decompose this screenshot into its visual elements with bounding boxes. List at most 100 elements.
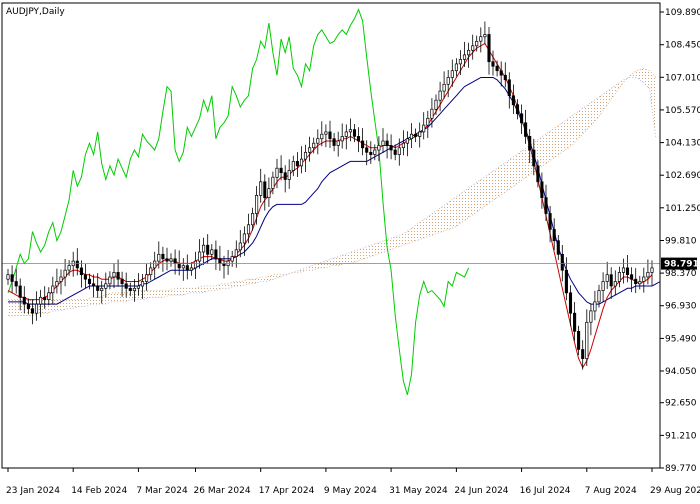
bull-candle-body bbox=[47, 292, 51, 300]
x-tick-label: 9 May 2024 bbox=[324, 486, 377, 496]
bull-candle-body bbox=[108, 276, 112, 285]
bull-candle-body bbox=[422, 124, 426, 133]
y-tick-label: 95.490 bbox=[665, 334, 697, 344]
bull-candle-body bbox=[483, 34, 487, 38]
bear-candle-body bbox=[487, 34, 491, 63]
x-tick-label: 7 Aug 2024 bbox=[585, 486, 637, 496]
bull-candle-body bbox=[642, 276, 646, 282]
bull-candle-body bbox=[377, 145, 381, 151]
bear-candle-body bbox=[22, 296, 26, 305]
bull-candle-body bbox=[230, 256, 234, 262]
bull-candle-body bbox=[475, 40, 479, 47]
bear-candle-body bbox=[128, 287, 132, 291]
bull-candle-body bbox=[308, 147, 312, 153]
bear-candle-body bbox=[414, 133, 418, 137]
y-tick-label: 99.810 bbox=[665, 237, 697, 247]
x-tick-label: 31 May 2024 bbox=[389, 486, 448, 496]
bear-candle-body bbox=[564, 269, 568, 294]
bear-candle-body bbox=[173, 258, 177, 264]
bear-candle-body bbox=[283, 172, 287, 180]
y-tick-label: 89.770 bbox=[665, 464, 697, 474]
bear-candle-body bbox=[577, 330, 581, 350]
bear-candle-body bbox=[161, 253, 165, 260]
bear-candle-body bbox=[581, 349, 585, 359]
bull-candle-body bbox=[446, 77, 450, 85]
bear-candle-body bbox=[507, 79, 511, 97]
bull-candle-body bbox=[104, 283, 108, 289]
bear-candle-body bbox=[499, 70, 503, 76]
bear-candle-body bbox=[352, 129, 357, 137]
bear-candle-body bbox=[30, 308, 35, 314]
bear-candle-body bbox=[528, 136, 532, 151]
bear-candle-body bbox=[634, 278, 638, 285]
bear-candle-body bbox=[218, 258, 222, 264]
bull-candle-body bbox=[434, 99, 438, 110]
bear-candle-body bbox=[263, 181, 267, 199]
bull-candle-body bbox=[34, 303, 39, 314]
bear-candle-body bbox=[389, 145, 393, 151]
bear-candle-body bbox=[495, 65, 499, 72]
y-tick-label: 109.890 bbox=[665, 8, 700, 18]
bear-candle-body bbox=[75, 260, 79, 269]
bear-candle-body bbox=[625, 267, 630, 276]
bull-candle-body bbox=[458, 59, 462, 65]
bear-candle-body bbox=[385, 140, 389, 146]
bull-candle-body bbox=[454, 63, 458, 72]
bear-candle-body bbox=[18, 285, 22, 298]
bear-candle-body bbox=[365, 147, 369, 153]
bull-candle-body bbox=[63, 269, 67, 278]
bear-candle-body bbox=[552, 229, 556, 242]
bull-candle-body bbox=[426, 117, 430, 126]
bull-candle-body bbox=[291, 161, 295, 171]
bear-candle-body bbox=[206, 244, 210, 255]
bull-candle-body bbox=[299, 158, 304, 167]
bull-candle-body bbox=[238, 242, 242, 251]
bear-candle-body bbox=[10, 274, 14, 282]
bull-candle-body bbox=[234, 249, 238, 257]
bull-candle-body bbox=[153, 260, 157, 269]
bull-candle-body bbox=[593, 301, 597, 312]
x-tick-label: 16 Jul 2024 bbox=[520, 486, 571, 496]
bear-candle-body bbox=[511, 95, 515, 106]
bull-candle-body bbox=[381, 140, 385, 146]
bull-candle-body bbox=[605, 274, 609, 282]
bear-candle-body bbox=[556, 240, 560, 255]
x-tick-label: 24 Jun 2024 bbox=[454, 486, 508, 496]
y-tick-label: 91.210 bbox=[665, 431, 697, 441]
bull-candle-body bbox=[621, 267, 626, 273]
bull-candle-body bbox=[59, 276, 63, 282]
ichimoku-price-chart: 109.890 108.450 107.010 105.570 104.130 102.6… bbox=[0, 0, 700, 500]
bear-candle-body bbox=[520, 113, 524, 124]
bull-candle-body bbox=[479, 36, 483, 42]
bull-candle-body bbox=[136, 285, 140, 289]
bull-candle-body bbox=[193, 260, 198, 269]
bear-candle-body bbox=[92, 283, 96, 287]
bull-candle-body bbox=[39, 296, 43, 305]
bull-candle-body bbox=[112, 272, 116, 278]
bull-candle-body bbox=[100, 287, 104, 291]
y-tick-label: 92.650 bbox=[665, 399, 697, 409]
bull-candle-body bbox=[638, 281, 642, 285]
bear-candle-body bbox=[26, 303, 30, 309]
bull-candle-body bbox=[462, 54, 467, 60]
bear-candle-body bbox=[356, 136, 361, 142]
bull-candle-body bbox=[467, 49, 471, 56]
bull-candle-body bbox=[397, 147, 401, 155]
bear-candle-body bbox=[630, 274, 634, 280]
bear-candle-body bbox=[515, 104, 520, 115]
bull-candle-body bbox=[646, 272, 650, 278]
bull-candle-body bbox=[267, 188, 271, 199]
bull-candle-body bbox=[409, 133, 414, 140]
bear-candle-body bbox=[369, 151, 373, 155]
x-tick-label: 14 Feb 2024 bbox=[71, 486, 127, 496]
bull-candle-body bbox=[316, 138, 320, 144]
bull-candle-body bbox=[438, 90, 442, 101]
bull-candle-body bbox=[442, 83, 446, 92]
bear-candle-body bbox=[548, 213, 552, 230]
bull-candle-body bbox=[430, 108, 434, 119]
bear-candle-body bbox=[536, 165, 540, 183]
bear-candle-body bbox=[43, 296, 47, 300]
bull-candle-body bbox=[471, 45, 475, 51]
bull-candle-body bbox=[132, 287, 136, 291]
bull-candle-body bbox=[303, 151, 308, 160]
